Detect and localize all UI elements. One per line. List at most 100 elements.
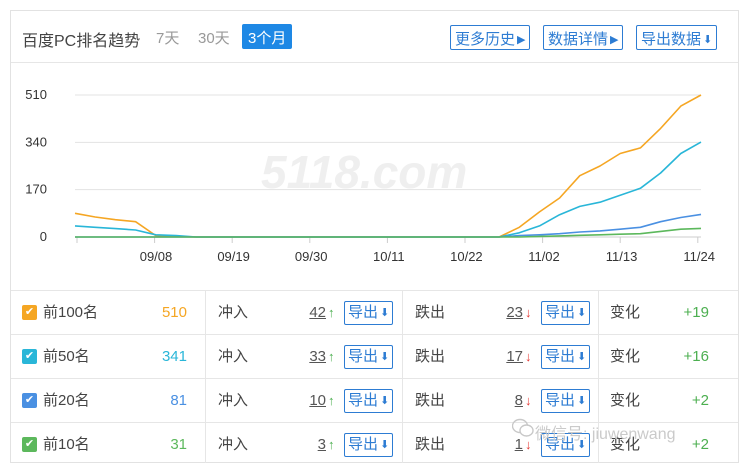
- change-value: +19: [683, 304, 709, 321]
- download-icon: ⬇: [380, 439, 390, 451]
- table-row: ✔ 前100名 510 冲入 42 ↑ 导出 ⬇ 跌出 23 ↓ 导出 ⬇ 变化 +…: [11, 290, 738, 335]
- x-tick-label: 09/30: [295, 249, 328, 264]
- in-label: 冲入: [218, 348, 249, 365]
- data-details-label: 数据详情: [548, 31, 609, 48]
- series-line: [75, 213, 702, 238]
- download-icon: ⬇: [577, 307, 587, 319]
- download-icon: ⬇: [577, 395, 587, 407]
- export-data-button[interactable]: 导出数据 ⬇: [636, 25, 718, 50]
- export-in-button[interactable]: 导出 ⬇: [344, 389, 394, 413]
- series-checkbox[interactable]: ✔: [22, 305, 37, 320]
- download-icon: ⬇: [703, 34, 713, 46]
- download-icon: ⬇: [577, 351, 587, 363]
- series-value: 31: [170, 436, 187, 453]
- y-tick-label: 0: [40, 229, 47, 244]
- export-label: 导出: [545, 304, 576, 321]
- range-7-days[interactable]: 7天: [156, 27, 179, 48]
- x-tick-label: 11/02: [528, 249, 560, 264]
- more-history-label: 更多历史: [455, 31, 516, 48]
- arrow-up-icon: ↑: [328, 393, 335, 408]
- column-divider: [402, 423, 403, 463]
- series-checkbox[interactable]: ✔: [22, 437, 37, 452]
- in-count-link[interactable]: 42: [276, 291, 326, 335]
- arrow-up-icon: ↑: [328, 349, 335, 364]
- out-count-link[interactable]: 23: [473, 291, 523, 335]
- series-name: 前100名: [43, 304, 99, 321]
- y-tick-label: 170: [25, 182, 47, 197]
- x-tick-label: 11/24: [683, 249, 715, 264]
- export-label: 导出: [348, 392, 379, 409]
- series-name: 前50名: [43, 348, 90, 365]
- export-in-button[interactable]: 导出 ⬇: [344, 301, 394, 325]
- column-divider: [205, 379, 206, 423]
- arrow-down-icon: ↓: [525, 349, 532, 364]
- arrow-down-icon: ↓: [525, 393, 532, 408]
- x-tick-label: 09/19: [217, 249, 250, 264]
- arrow-down-icon: ↓: [525, 305, 532, 320]
- change-label: 变化: [610, 348, 641, 365]
- x-tick-label: 11/13: [606, 249, 638, 264]
- column-divider: [205, 291, 206, 335]
- series-value: 341: [161, 348, 187, 365]
- download-icon: ⬇: [380, 395, 390, 407]
- export-out-button[interactable]: 导出 ⬇: [541, 301, 591, 325]
- out-count-link[interactable]: 17: [473, 335, 523, 379]
- column-divider: [205, 423, 206, 463]
- export-label: 导出: [348, 348, 379, 365]
- x-tick-label: 10/22: [450, 249, 483, 264]
- out-label: 跌出: [415, 304, 446, 321]
- wechat-icon: [512, 418, 534, 437]
- export-label: 导出: [545, 348, 576, 365]
- series-checkbox[interactable]: ✔: [22, 349, 37, 364]
- trend-chart: 5118.com 0 170 340 510 09/08 09/19 09/30 10/11 10…: [11, 63, 738, 291]
- out-label: 跌出: [415, 348, 446, 365]
- column-divider: [598, 379, 599, 423]
- panel-title: 百度PC排名趋势: [22, 33, 141, 50]
- export-in-button[interactable]: 导出 ⬇: [344, 345, 394, 369]
- column-divider: [402, 291, 403, 335]
- range-3-months[interactable]: 3个月: [242, 24, 293, 49]
- export-out-button[interactable]: 导出 ⬇: [541, 389, 591, 413]
- in-count-link[interactable]: 3: [276, 423, 326, 463]
- trend-chart-svg: 5118.com 0 170 340 510 09/08 09/19 09/30 10/11 10…: [25, 87, 715, 264]
- change-label: 变化: [610, 392, 641, 409]
- out-label: 跌出: [415, 436, 446, 453]
- out-count-link[interactable]: 8: [473, 379, 523, 423]
- caret-right-icon: ▶: [517, 34, 526, 46]
- more-history-button[interactable]: 更多历史 ▶: [450, 25, 531, 50]
- column-divider: [598, 335, 599, 379]
- in-label: 冲入: [218, 392, 249, 409]
- change-value: +16: [683, 348, 709, 365]
- export-data-label: 导出数据: [641, 31, 702, 48]
- y-tick-label: 340: [25, 134, 47, 149]
- x-tick-label: 10/11: [373, 249, 405, 264]
- column-divider: [205, 335, 206, 379]
- download-icon: ⬇: [380, 307, 390, 319]
- download-icon: ⬇: [380, 351, 390, 363]
- data-details-button[interactable]: 数据详情 ▶: [543, 25, 624, 50]
- series-name: 前10名: [43, 436, 90, 453]
- export-in-button[interactable]: 导出 ⬇: [344, 433, 394, 457]
- ranking-trend-panel: 百度PC排名趋势 7天 30天 3个月 更多历史 ▶ 数据详情 ▶ 导出数据 ⬇ 51…: [10, 10, 739, 463]
- in-label: 冲入: [218, 436, 249, 453]
- column-divider: [402, 335, 403, 379]
- in-count-link[interactable]: 33: [276, 335, 326, 379]
- series-value: 510: [161, 304, 187, 321]
- table-row: ✔ 前20名 81 冲入 10 ↑ 导出 ⬇ 跌出 8 ↓ 导出 ⬇ 变化 +2: [11, 378, 738, 423]
- chart-watermark: 5118.com: [261, 146, 467, 198]
- in-count-link[interactable]: 10: [276, 379, 326, 423]
- series-checkbox[interactable]: ✔: [22, 393, 37, 408]
- series-value: 81: [170, 392, 187, 409]
- caret-right-icon: ▶: [610, 34, 619, 46]
- export-out-button[interactable]: 导出 ⬇: [541, 345, 591, 369]
- x-tick-label: 09/08: [140, 249, 173, 264]
- column-divider: [598, 291, 599, 335]
- y-tick-label: 510: [25, 87, 47, 102]
- in-label: 冲入: [218, 304, 249, 321]
- export-label: 导出: [348, 436, 379, 453]
- export-label: 导出: [545, 392, 576, 409]
- arrow-up-icon: ↑: [328, 437, 335, 452]
- wechat-watermark: 微信号: jiuwenwang: [535, 426, 676, 443]
- range-30-days[interactable]: 30天: [198, 27, 230, 48]
- out-label: 跌出: [415, 392, 446, 409]
